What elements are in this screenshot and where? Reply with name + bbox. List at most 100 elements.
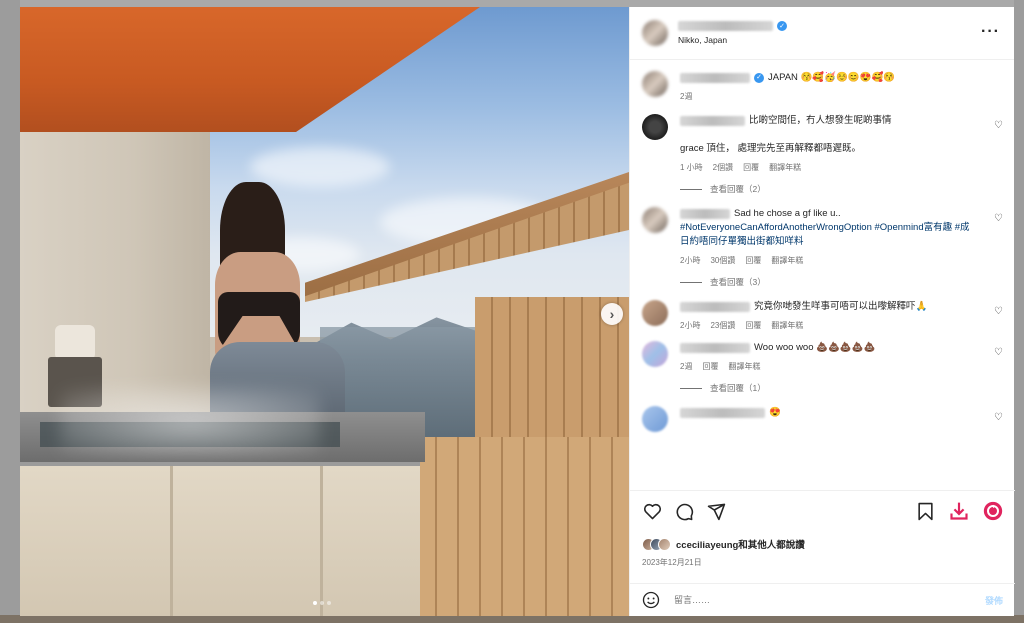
post-header: ✓ Nikko, Japan ··· bbox=[630, 7, 1014, 60]
post-date: 2023年12月21日 bbox=[642, 558, 702, 567]
carousel-dot bbox=[313, 601, 317, 605]
view-replies-label: 查看回覆（1） bbox=[710, 383, 766, 393]
view-replies-button[interactable]: 查看回覆（1） bbox=[680, 382, 1003, 394]
share-button[interactable] bbox=[706, 501, 726, 521]
author-avatar[interactable] bbox=[642, 71, 668, 97]
next-image-button[interactable]: › bbox=[601, 303, 623, 325]
comment-likes[interactable]: 30個讚 bbox=[710, 255, 735, 266]
comment-item: Sad he chose a gf like u.. #NotEveryoneC… bbox=[642, 207, 1003, 266]
post-photo[interactable]: › bbox=[20, 7, 629, 616]
download-button[interactable] bbox=[949, 501, 969, 521]
author-username[interactable] bbox=[678, 21, 773, 31]
heart-icon[interactable]: ♡ bbox=[994, 213, 1003, 224]
view-replies-button[interactable]: 查看回覆（3） bbox=[680, 276, 1003, 288]
comment-likes[interactable]: 23個讚 bbox=[710, 320, 735, 331]
backdrop-left bbox=[0, 0, 20, 623]
reply-button[interactable]: 回覆 bbox=[702, 361, 718, 372]
commenter-avatar[interactable] bbox=[642, 114, 668, 140]
comment-time: 1 小時 bbox=[680, 163, 703, 172]
comment-icon bbox=[676, 503, 693, 520]
post-comment-button[interactable]: 發佈 bbox=[985, 594, 1003, 607]
more-options-button[interactable]: ··· bbox=[981, 23, 1000, 41]
replies-divider bbox=[680, 188, 702, 190]
carousel-dots bbox=[313, 601, 331, 605]
comment-item: 😍 ♡ bbox=[642, 406, 1003, 432]
comment-item: 比啲空間佢，冇人想發生呢啲事情 grace 頂住， 處理完先至再解釋都唔遲既。 … bbox=[642, 114, 1003, 173]
comment-text: 比啲空間佢，冇人想發生呢啲事情 bbox=[749, 115, 892, 126]
comment-time: 2小時 bbox=[680, 321, 701, 330]
verified-badge-icon: ✓ bbox=[777, 21, 787, 31]
steam bbox=[60, 387, 320, 457]
extension-button[interactable] bbox=[983, 501, 1003, 521]
commenter-avatar[interactable] bbox=[642, 300, 668, 326]
translate-button[interactable]: 翻譯年糕 bbox=[728, 361, 760, 372]
caption-text: JAPAN 😚🥰🥳☺️😊😍🥰😚 bbox=[768, 72, 896, 83]
more-horizontal-icon: ··· bbox=[981, 23, 1000, 40]
author-username[interactable] bbox=[680, 73, 750, 83]
comment-hashtags[interactable]: #NotEveryoneCanAffordAnotherWrongOption … bbox=[680, 221, 979, 249]
reply-button[interactable]: 回覆 bbox=[745, 255, 761, 266]
lamp bbox=[55, 325, 95, 360]
carousel-dot bbox=[327, 601, 331, 605]
comment-input[interactable] bbox=[674, 595, 985, 605]
comment-item: Woo woo woo 💩💩💩💩💩 2週 回覆 翻譯年糕 ♡ bbox=[642, 341, 1003, 372]
comment-text: grace 頂住， 處理完先至再解釋都唔遲既。 bbox=[680, 143, 862, 154]
translate-button[interactable]: 翻譯年糕 bbox=[771, 320, 803, 331]
emoji-icon[interactable] bbox=[642, 591, 660, 609]
post-side-panel: ✓ Nikko, Japan ··· ✓ JAPAN 😚🥰🥳☺️😊😍🥰😚 2週 … bbox=[629, 7, 1015, 616]
tub-seam bbox=[320, 466, 323, 616]
like-button[interactable] bbox=[642, 501, 662, 521]
refresh-badge-icon bbox=[983, 501, 1003, 521]
comment-button[interactable] bbox=[674, 501, 694, 521]
post-location[interactable]: Nikko, Japan bbox=[678, 35, 787, 45]
heart-icon bbox=[643, 503, 661, 520]
comment-item: 究竟你哋發生咩事可唔可以出嚟解釋吓🙏 2小時 23個讚 回覆 翻譯年糕 ♡ bbox=[642, 300, 1003, 331]
cloud bbox=[250, 147, 390, 187]
wood-lower bbox=[415, 437, 629, 616]
heart-icon[interactable]: ♡ bbox=[994, 120, 1003, 131]
comment-text: 究竟你哋發生咩事可唔可以出嚟解釋吓🙏 bbox=[754, 301, 928, 312]
caption-time: 2週 bbox=[680, 92, 693, 101]
reply-button[interactable]: 回覆 bbox=[743, 162, 759, 173]
replies-divider bbox=[680, 387, 702, 389]
view-replies-button[interactable]: 查看回覆（2） bbox=[680, 183, 1003, 195]
carousel-dot bbox=[320, 601, 324, 605]
translate-button[interactable]: 翻譯年糕 bbox=[769, 162, 801, 173]
tub-front bbox=[20, 462, 420, 616]
translate-button[interactable]: 翻譯年糕 bbox=[771, 255, 803, 266]
save-button[interactable] bbox=[915, 501, 935, 521]
commenter-username[interactable] bbox=[680, 343, 750, 353]
chevron-right-icon: › bbox=[609, 306, 615, 322]
view-replies-label: 查看回覆（2） bbox=[710, 184, 766, 194]
comment-text: 😍 bbox=[769, 407, 781, 418]
liker-avatars bbox=[642, 537, 671, 551]
comment-time: 2週 bbox=[680, 362, 693, 371]
heart-icon[interactable]: ♡ bbox=[994, 347, 1003, 358]
view-replies-label: 查看回覆（3） bbox=[710, 277, 766, 287]
commenter-username[interactable] bbox=[680, 209, 730, 219]
comment-composer: 發佈 bbox=[630, 583, 1015, 616]
commenter-avatar[interactable] bbox=[642, 207, 668, 233]
reply-button[interactable]: 回覆 bbox=[745, 320, 761, 331]
comment-text: Sad he chose a gf like u.. bbox=[734, 208, 841, 219]
post-modal: › ✓ Nikko, Japan ··· ✓ JAPAN 😚🥰🥳☺️😊😍🥰😚 2… bbox=[20, 7, 1015, 616]
comment-likes[interactable]: 2個讚 bbox=[713, 162, 733, 173]
tub-seam bbox=[170, 466, 173, 616]
commenter-username[interactable] bbox=[680, 302, 750, 312]
likes-text: cceciliayeung和其他人都說讚 bbox=[676, 540, 805, 551]
commenter-avatar[interactable] bbox=[642, 406, 668, 432]
bookmark-icon bbox=[917, 502, 933, 520]
commenter-avatar[interactable] bbox=[642, 341, 668, 367]
author-avatar[interactable] bbox=[642, 20, 668, 46]
replies-divider bbox=[680, 281, 702, 283]
commenter-username[interactable] bbox=[680, 116, 745, 126]
backdrop-right bbox=[1014, 0, 1024, 623]
heart-icon[interactable]: ♡ bbox=[994, 412, 1003, 423]
likes-summary[interactable]: cceciliayeung和其他人都說讚 bbox=[642, 537, 1003, 551]
post-actions: cceciliayeung和其他人都說讚 2023年12月21日 bbox=[630, 490, 1015, 568]
heart-icon[interactable]: ♡ bbox=[994, 306, 1003, 317]
commenter-username[interactable] bbox=[680, 408, 765, 418]
liker-avatar bbox=[658, 537, 671, 551]
comment-text: Woo woo woo 💩💩💩💩💩 bbox=[754, 342, 876, 353]
comment-time: 2小時 bbox=[680, 256, 701, 265]
